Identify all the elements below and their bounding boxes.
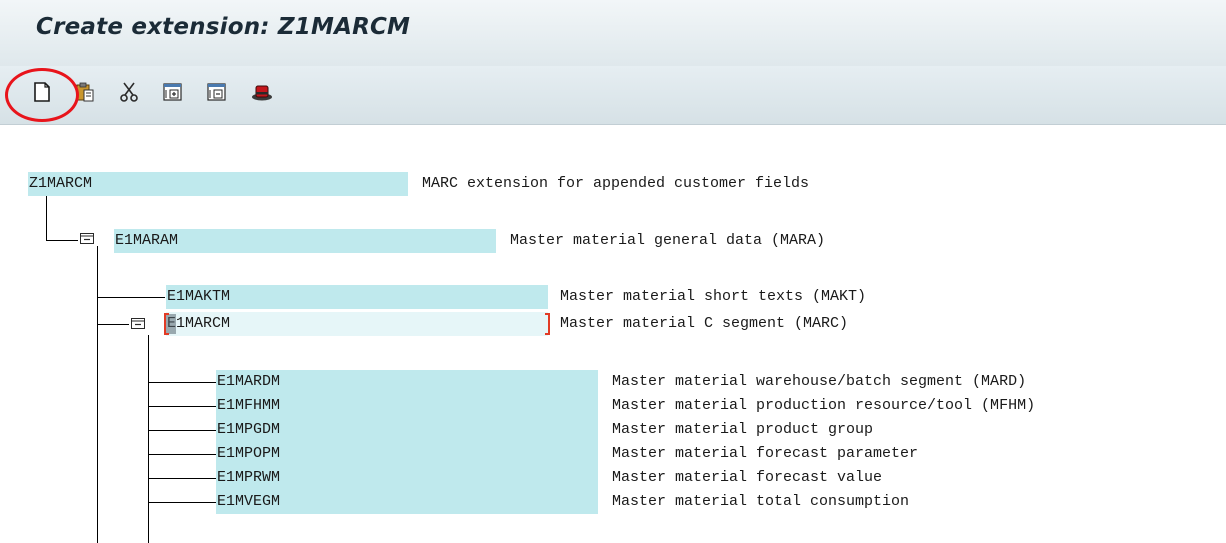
tree-connector (46, 240, 78, 241)
tree-node-e1mardm[interactable]: E1MARDM (216, 370, 598, 394)
hat-icon (252, 85, 272, 101)
tree-node-e1maram-description: Master material general data (MARA) (510, 232, 826, 249)
tree-node-e1mprwm-description: Master material forecast value (612, 469, 883, 486)
selection-bracket-left (164, 313, 169, 335)
tree-node-e1maktm-description: Master material short texts (MAKT) (560, 288, 867, 305)
selection-bracket-right (545, 313, 550, 335)
folder-icon[interactable] (131, 318, 145, 329)
cut-icon (120, 82, 138, 102)
tree-node-e1mpgdm-description: Master material product group (612, 421, 874, 438)
create-icon (34, 82, 50, 102)
tree-connector (148, 454, 216, 455)
tree-node-e1mfhmm[interactable]: E1MFHMM (216, 394, 598, 418)
tree-connector (148, 382, 216, 383)
title-bar: Create extension: Z1MARCM (0, 0, 1226, 66)
expand-subtree-icon (163, 83, 182, 101)
tree-connector (148, 406, 216, 407)
tree-connector (97, 297, 165, 298)
tree-node-e1mvegm[interactable]: E1MVEGM (216, 490, 598, 514)
tree-connector (97, 246, 98, 543)
cut-button[interactable] (117, 80, 141, 104)
paste-button[interactable] (73, 80, 97, 104)
tree-connector (148, 335, 149, 543)
tree-node-e1mpopm[interactable]: E1MPOPM (216, 442, 598, 466)
tree-connector (46, 196, 47, 240)
tree-node-root[interactable]: Z1MARCM (28, 172, 408, 196)
tree-node-root-description: MARC extension for appended customer fie… (422, 175, 810, 192)
paste-icon (76, 82, 94, 102)
create-button[interactable] (30, 80, 54, 104)
collapse-subtree-button[interactable] (205, 80, 229, 104)
tree-node-e1maktm[interactable]: E1MAKTM (166, 285, 548, 309)
tree-connector (148, 430, 216, 431)
tree-node-e1mvegm-description: Master material total consumption (612, 493, 910, 510)
tree-node-e1marcm-description: Master material C segment (MARC) (560, 315, 849, 332)
hat-button[interactable] (250, 80, 274, 104)
tree-node-e1maram[interactable]: E1MARAM (114, 229, 496, 253)
tree-node-e1marcm[interactable]: E1MARCM (166, 312, 548, 336)
tree-node-e1mfhmm-description: Master material production resource/tool… (612, 397, 1036, 414)
collapse-subtree-icon (207, 83, 226, 101)
folder-icon[interactable] (80, 233, 94, 244)
tree-connector (148, 478, 216, 479)
tree-area: Z1MARCM MARC extension for appended cust… (0, 125, 1226, 543)
tree-node-e1mardm-description: Master material warehouse/batch segment … (612, 373, 1027, 390)
tree-connector (97, 324, 129, 325)
tree-node-e1mpgdm[interactable]: E1MPGDM (216, 418, 598, 442)
tree-node-e1mpopm-description: Master material forecast parameter (612, 445, 919, 462)
tree-connector (148, 502, 216, 503)
tree-node-e1mprwm[interactable]: E1MPRWM (216, 466, 598, 490)
page-title: Create extension: Z1MARCM (36, 14, 411, 40)
expand-subtree-button[interactable] (161, 80, 185, 104)
